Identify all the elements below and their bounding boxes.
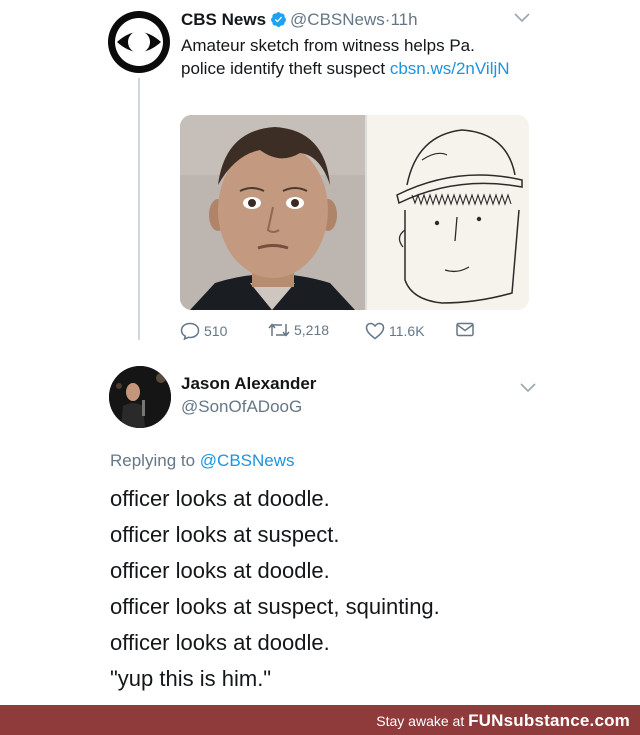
retweet-icon [268,323,290,337]
replying-to-line: Replying to @CBSNews [110,451,295,471]
cbs-news-avatar[interactable] [108,11,170,73]
tweet1-author-name[interactable]: CBS News [181,10,266,29]
retweet-action[interactable]: 5,218 [268,322,329,338]
replying-to-label: Replying to [110,451,200,470]
retweet-count: 5,218 [294,322,330,338]
reply-action[interactable]: 510 [180,322,227,340]
tweet1-media[interactable] [180,115,529,310]
like-count: 11.6K [389,323,425,339]
tweet1-action-bar: 510 5,218 11.6K [180,322,500,342]
cbs-eye-logo-icon [115,18,163,66]
suspect-mugshot-image[interactable] [180,115,365,310]
tweet1-link[interactable]: cbsn.ws/2nViljN [390,59,510,78]
reply-count: 510 [204,323,228,339]
tweet2-author-name[interactable]: Jason Alexander [181,374,316,394]
tweet2-line: officer looks at doodle. [110,558,330,583]
tweet1-handle[interactable]: @CBSNews [290,10,385,29]
watermark-footer: Stay awake at FUNsubstance.com [0,705,640,735]
like-action[interactable]: 11.6K [365,322,425,340]
footer-brand[interactable]: FUNsubstance.com [468,711,630,730]
replying-to-handle[interactable]: @CBSNews [200,451,295,470]
tweet2-line: officer looks at doodle. [110,630,330,655]
tweet2-text: officer looks at doodle. officer looks a… [110,481,610,697]
jason-alexander-avatar[interactable] [109,366,171,428]
tweet2-line: "yup this is him." [110,666,272,691]
verified-badge-icon [270,11,287,34]
thread-connector-line [138,78,140,340]
tweet1-text: Amateur sketch from witness helps Pa. po… [181,34,521,80]
footer-tagline: Stay awake at [376,713,469,729]
tweet1-menu-chevron-down-icon[interactable] [514,13,530,23]
tweet2-line: officer looks at doodle. [110,486,330,511]
tweet2-line: officer looks at suspect. [110,522,340,547]
direct-message-action[interactable] [456,322,474,337]
envelope-icon [456,322,474,337]
tweet2-handle[interactable]: @SonOfADooG [181,397,302,417]
tweet2-line: officer looks at suspect, squinting. [110,594,440,619]
reply-bubble-icon [180,322,200,340]
witness-sketch-image[interactable] [367,115,529,310]
footer-text: Stay awake at FUNsubstance.com [376,711,630,731]
tweet2-menu-chevron-down-icon[interactable] [520,383,536,393]
heart-icon [365,322,385,340]
tweet1-header: CBS News @CBSNews·11h [181,9,418,34]
tweet1-timestamp[interactable]: 11h [390,10,417,29]
